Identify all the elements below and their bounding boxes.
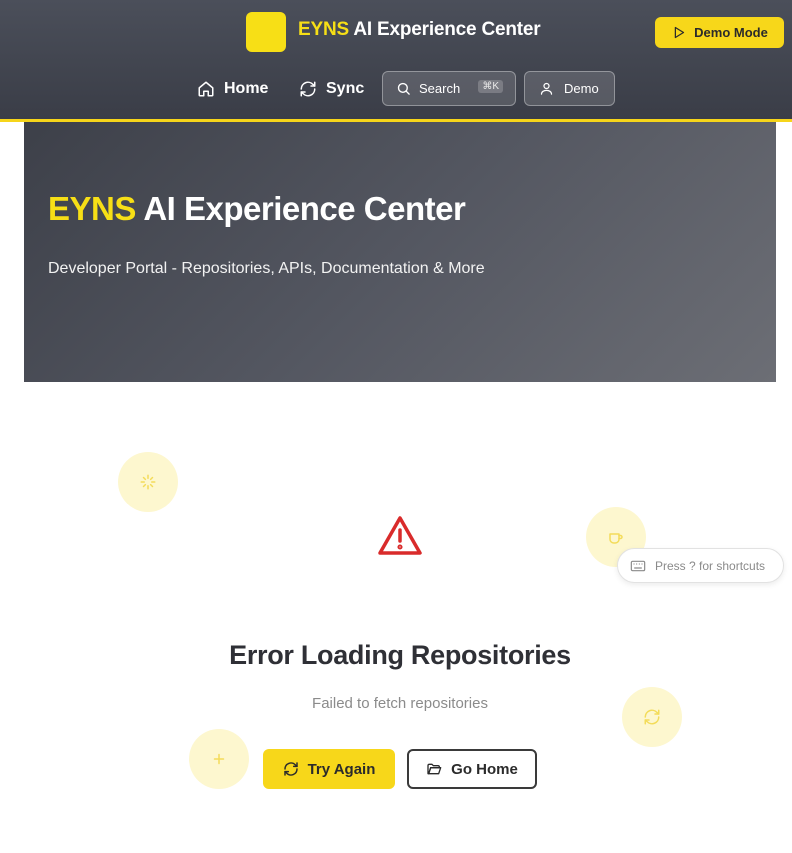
try-again-label: Try Again: [307, 760, 376, 778]
coffee-icon: [609, 533, 623, 544]
search-button[interactable]: Search ⌘K: [382, 71, 516, 106]
top-header: EYNS AI Experience Center Demo Mode Home…: [0, 0, 792, 122]
sparkles-icon: [140, 474, 156, 490]
demo-user-button[interactable]: Demo: [524, 71, 615, 106]
go-home-button[interactable]: Go Home: [407, 749, 537, 789]
hero-subtitle: Developer Portal - Repositories, APIs, D…: [48, 260, 485, 277]
hero-title: EYNS AI Experience Center: [48, 190, 466, 228]
folder-open-icon: [427, 763, 442, 775]
nav-home-label: Home: [224, 79, 269, 97]
play-icon: [674, 26, 685, 39]
nav-sync[interactable]: Sync: [299, 72, 364, 105]
go-home-label: Go Home: [451, 760, 518, 778]
shortcut-hint[interactable]: Press ? for shortcuts: [617, 548, 784, 583]
error-message: Failed to fetch repositories: [312, 695, 488, 712]
logo[interactable]: [246, 12, 286, 52]
refresh-icon: [283, 762, 298, 776]
hero-title-accent: EYNS: [48, 190, 136, 227]
keyboard-icon: [630, 560, 646, 571]
search-icon: [397, 82, 410, 95]
plus-icon: [213, 753, 225, 765]
home-icon: [198, 81, 214, 96]
brand-name: AI Experience Center: [353, 19, 541, 40]
brand-title[interactable]: EYNS AI Experience Center: [298, 19, 541, 41]
decor-plus-bubble: [189, 729, 249, 789]
refresh-icon: [300, 81, 316, 96]
hero-title-rest: AI Experience Center: [143, 190, 466, 227]
demo-mode-label: Demo Mode: [694, 25, 768, 40]
search-label: Search: [419, 81, 461, 96]
nav-sync-label: Sync: [326, 79, 365, 97]
decor-sparkles-bubble: [118, 452, 178, 512]
hero-banner: EYNS AI Experience Center Developer Port…: [24, 122, 776, 382]
alert-triangle-icon: [378, 516, 422, 555]
user-icon: [540, 82, 553, 95]
try-again-button[interactable]: Try Again: [263, 749, 395, 789]
search-shortcut-badge: ⌘K: [478, 80, 503, 93]
nav-home[interactable]: Home: [197, 72, 268, 105]
brand-accent: EYNS: [298, 19, 349, 40]
error-title: Error Loading Repositories: [229, 640, 571, 670]
demo-mode-button[interactable]: Demo Mode: [655, 17, 784, 48]
shortcut-hint-text: Press ? for shortcuts: [655, 558, 766, 573]
demo-user-label: Demo: [564, 81, 599, 96]
